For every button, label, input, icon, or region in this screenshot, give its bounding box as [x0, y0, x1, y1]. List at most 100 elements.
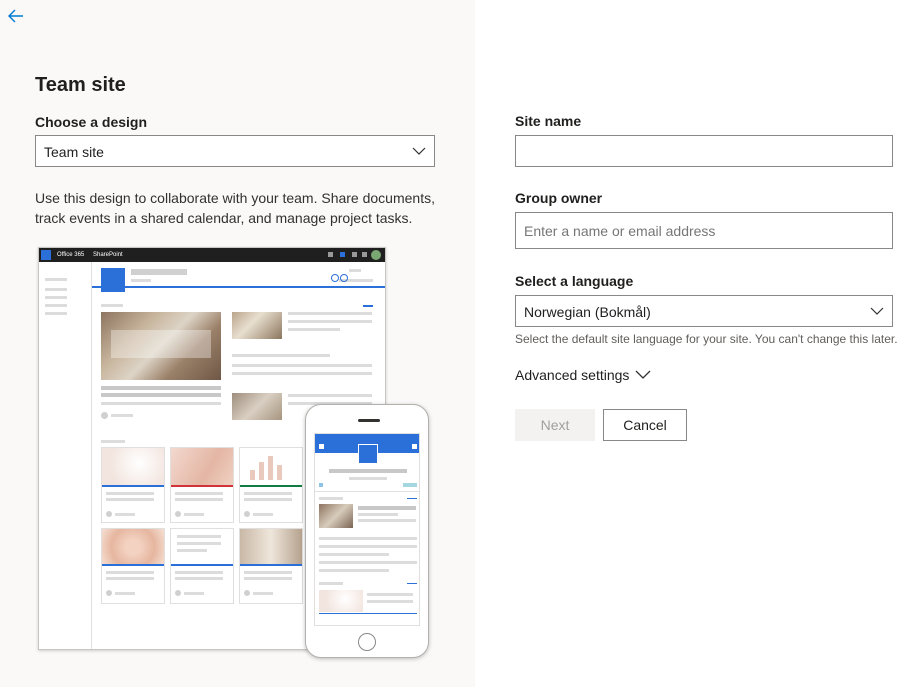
- activity-card: [170, 447, 234, 523]
- site-name-input[interactable]: [515, 135, 893, 167]
- phone-speaker: [358, 419, 380, 422]
- card-accent: [240, 564, 302, 566]
- card-avatar: [106, 590, 112, 596]
- see-all-link: [363, 305, 373, 307]
- card-line: [367, 600, 413, 603]
- news-line: [288, 320, 372, 323]
- card-line: [244, 571, 292, 574]
- author-avatar: [101, 412, 108, 419]
- news-line: [319, 553, 389, 556]
- choose-design-label: Choose a design: [35, 114, 148, 130]
- back-arrow-icon[interactable]: [6, 6, 26, 26]
- waffle-icon: [41, 250, 51, 260]
- card-line: [175, 577, 223, 580]
- card-line: [175, 498, 223, 501]
- see-all-link: [407, 498, 417, 499]
- news-line: [358, 513, 398, 516]
- office-label: Office 365: [57, 252, 85, 258]
- card-line: [115, 592, 135, 595]
- activity-card: [239, 528, 303, 604]
- news-hero-overlay: [111, 330, 211, 358]
- next-button[interactable]: Next: [515, 409, 595, 441]
- waffle-icon: [319, 444, 324, 449]
- section-heading: [101, 304, 123, 307]
- news-title-placeholder: [101, 393, 221, 397]
- activity-card: [101, 447, 165, 523]
- site-logo: [358, 444, 378, 464]
- header-link-placeholder: [349, 269, 361, 272]
- chart-bar: [259, 462, 264, 480]
- language-dropdown[interactable]: Norwegian (Bokmål): [515, 295, 893, 327]
- card-line: [253, 513, 273, 516]
- site-subtitle-placeholder: [349, 477, 387, 480]
- site-logo: [101, 268, 125, 292]
- group-owner-label: Group owner: [515, 190, 603, 206]
- card-line: [175, 492, 223, 495]
- card-image: [171, 448, 233, 486]
- activity-card: [101, 528, 165, 604]
- card-line: [106, 498, 154, 501]
- nav-divider: [91, 262, 92, 649]
- news-line: [232, 372, 372, 375]
- follow-icon: [331, 274, 339, 282]
- chevron-down-icon: [635, 370, 651, 379]
- author-placeholder: [111, 414, 133, 417]
- activity-card: [170, 528, 234, 604]
- language-dropdown-value: Norwegian (Bokmål): [524, 304, 651, 320]
- card-line: [244, 492, 292, 495]
- news-line: [358, 506, 416, 510]
- card-image: [240, 529, 302, 565]
- sharepoint-label: SharePoint: [93, 252, 123, 258]
- card-line: [244, 498, 292, 501]
- phone-home-button: [358, 633, 376, 651]
- follow-icon: [319, 483, 323, 487]
- design-dropdown[interactable]: Team site: [35, 135, 435, 167]
- chevron-down-icon: [412, 147, 426, 155]
- news-line: [288, 328, 340, 331]
- nav-item: [45, 296, 67, 299]
- section-heading: [101, 440, 125, 443]
- news-thumb-image: [319, 504, 353, 528]
- card-avatar: [244, 511, 250, 517]
- see-all-link: [407, 583, 417, 584]
- section-heading: [319, 497, 343, 500]
- language-helper-text: Select the default site language for you…: [515, 332, 898, 346]
- card-accent: [319, 613, 417, 614]
- news-title-placeholder: [101, 386, 221, 390]
- card-line: [184, 592, 204, 595]
- group-owner-input[interactable]: [515, 212, 893, 249]
- activity-card: [239, 447, 303, 523]
- notification-icon: [340, 252, 345, 257]
- card-line: [106, 492, 154, 495]
- chart-bar: [268, 456, 273, 480]
- card-avatar: [175, 590, 181, 596]
- news-thumb-image: [232, 393, 282, 420]
- site-title-placeholder: [131, 269, 187, 275]
- nav-item: [45, 312, 67, 315]
- nav-item: [45, 288, 67, 291]
- news-line: [288, 312, 372, 315]
- news-line: [232, 354, 330, 357]
- card-line: [244, 577, 292, 580]
- card-line: [177, 535, 221, 538]
- card-image: [319, 590, 363, 612]
- news-line: [232, 364, 372, 367]
- cancel-button[interactable]: Cancel: [603, 409, 687, 441]
- news-line: [319, 569, 389, 572]
- design-description: Use this design to collaborate with your…: [35, 190, 435, 226]
- share-icon: [403, 483, 417, 487]
- news-summary-placeholder: [101, 402, 221, 405]
- card-line: [106, 571, 154, 574]
- card-line: [177, 549, 207, 552]
- settings-icon: [352, 252, 357, 257]
- chevron-down-icon: [870, 307, 884, 315]
- nav-item: [45, 278, 67, 281]
- card-accent: [171, 485, 233, 487]
- chart-bar: [250, 470, 255, 480]
- advanced-settings-toggle[interactable]: Advanced settings: [515, 367, 651, 383]
- card-avatar: [244, 590, 250, 596]
- card-accent: [240, 485, 302, 487]
- design-dropdown-value: Team site: [44, 144, 104, 160]
- language-label: Select a language: [515, 273, 634, 289]
- chart-bar: [277, 465, 282, 480]
